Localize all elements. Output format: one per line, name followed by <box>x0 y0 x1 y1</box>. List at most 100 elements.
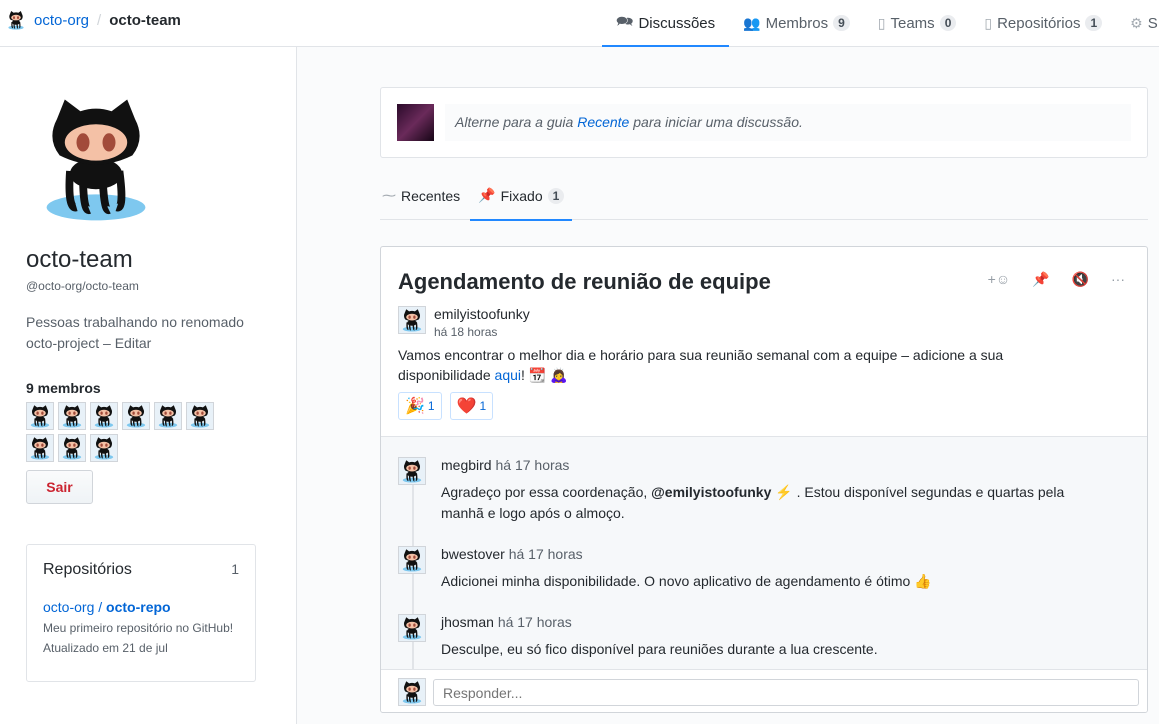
discussion-actions: +☺ 📌 🔇 ··· <box>988 271 1125 288</box>
comment-time[interactable]: há 17 horas <box>509 546 583 562</box>
tab-recent[interactable]: ⁓ Recentes <box>380 171 466 220</box>
gear-icon: ⚙ <box>1130 14 1143 31</box>
repo-name[interactable]: octo-repo <box>106 599 171 615</box>
current-user-avatar <box>397 104 434 141</box>
tab-label: Recentes <box>401 187 461 204</box>
member-avatar[interactable] <box>58 402 86 430</box>
user-mention[interactable]: @emilyistoofunky <box>651 484 771 500</box>
tab-label: Repositórios <box>997 14 1081 32</box>
more-options-icon[interactable]: ··· <box>1111 271 1125 288</box>
comment-header: jhosman há 17 horas <box>441 614 572 630</box>
member-avatar[interactable] <box>154 402 182 430</box>
tab-members[interactable]: 👥 Membros 9 <box>729 0 864 46</box>
tab-repositories[interactable]: ▯ Repositórios 1 <box>970 0 1116 46</box>
member-avatar[interactable] <box>122 402 150 430</box>
comment-time[interactable]: há 17 horas <box>495 457 569 473</box>
mute-icon[interactable]: 🔇 <box>1072 271 1089 288</box>
repositories-box: Repositórios 1 octo-org / octo-repo Meu p… <box>26 544 256 682</box>
repos-title: Repositórios <box>43 561 132 578</box>
member-avatar[interactable] <box>186 402 214 430</box>
reactions: 🎉 1 ❤️ 1 <box>398 392 494 420</box>
org-link[interactable]: octo-org <box>34 12 89 29</box>
team-name: octo-team <box>26 246 133 273</box>
tab-discussions[interactable]: 🗪 Discussões <box>602 0 730 47</box>
repo-icon: ▯ <box>984 14 993 31</box>
author-name[interactable]: emilyistoofunky <box>434 306 530 322</box>
repo-description: Meu primeiro repositório no GitHub! <box>43 621 234 635</box>
top-header: octo-org / octo-team 🗪 Discussões 👥 Membro… <box>0 0 1159 47</box>
pin-icon[interactable]: 📌 <box>1032 271 1049 288</box>
recent-tab-link[interactable]: Recente <box>577 114 629 130</box>
avatar[interactable] <box>398 306 426 334</box>
post-time[interactable]: há 18 horas <box>434 325 530 339</box>
reaction-heart[interactable]: ❤️ 1 <box>449 392 494 420</box>
team-avatar <box>26 93 166 223</box>
members-title: 9 membros <box>26 380 101 396</box>
pinned-count: 1 <box>547 187 565 204</box>
reply-bar <box>381 669 1147 712</box>
comment-body: Adicionei minha disponibilidade. O novo … <box>441 571 1111 592</box>
availability-link[interactable]: aqui <box>495 367 521 383</box>
leave-team-button[interactable]: Sair <box>26 470 93 504</box>
heart-icon: ❤️ <box>456 398 477 415</box>
post-body: Vamos encontrar o melhor dia e horário p… <box>398 345 1018 385</box>
tab-pinned[interactable]: 📌 Fixado 1 <box>470 171 573 221</box>
reply-input[interactable] <box>433 679 1139 706</box>
repos-count: 1 <box>1085 15 1103 31</box>
discussion-composer: Alterne para a guia Recente para iniciar… <box>380 87 1148 158</box>
tab-label: Teams <box>890 14 935 32</box>
people-icon: 👥 <box>743 14 761 31</box>
tab-settings[interactable]: ⚙ S <box>1116 0 1159 46</box>
avatar[interactable] <box>398 457 426 485</box>
teams-count: 0 <box>939 15 957 31</box>
comment-text: Adicionei minha disponibilidade. O novo … <box>441 573 915 589</box>
discussion-title: Agendamento de reunião de equipe <box>398 269 771 294</box>
add-reaction-icon[interactable]: +☺ <box>988 271 1010 288</box>
repo-link[interactable]: octo-org / octo-repo <box>43 599 239 615</box>
comment-author[interactable]: megbird <box>441 457 492 473</box>
member-avatar[interactable] <box>90 402 118 430</box>
avatar[interactable] <box>398 546 426 574</box>
comment-header: bwestover há 17 horas <box>441 546 583 562</box>
pin-icon: 📌 <box>478 187 496 203</box>
comment-thread: megbird há 17 horas Agradeço por essa co… <box>381 436 1147 677</box>
tab-label: Fixado <box>500 187 543 204</box>
reaction-count: 1 <box>479 399 487 413</box>
org-avatar[interactable] <box>6 9 26 31</box>
tada-icon: 🎉 <box>405 398 425 415</box>
tab-teams[interactable]: ▯ Teams 0 <box>864 0 971 46</box>
repo-org[interactable]: octo-org <box>43 599 94 615</box>
comment-text: 👍 <box>914 573 932 589</box>
breadcrumb-separator: / <box>97 11 102 29</box>
tab-label: Membros <box>765 14 829 32</box>
reaction-count: 1 <box>427 399 435 413</box>
team-crumb: octo-team <box>109 11 181 29</box>
avatar <box>398 678 426 706</box>
jersey-icon: ▯ <box>877 14 886 31</box>
pulse-icon: ⁓ <box>382 187 396 203</box>
repo-updated: Atualizado em 21 de jul <box>43 641 168 655</box>
team-nav: 🗪 Discussões 👥 Membros 9 ▯ Teams 0 ▯ Repositór… <box>602 0 1159 47</box>
member-avatar[interactable] <box>26 402 54 430</box>
member-avatar[interactable] <box>26 434 54 462</box>
comment-time[interactable]: há 17 horas <box>498 614 572 630</box>
member-avatar[interactable] <box>90 434 118 462</box>
comment-text: Desculpe, eu só fico disponível para reu… <box>441 641 878 657</box>
composer-hint: Alterne para a guia Recente para iniciar… <box>445 104 1131 141</box>
reaction-tada[interactable]: 🎉 1 <box>398 392 442 420</box>
tab-label: Discussões <box>638 14 716 32</box>
body-text: ! 📆 🙇‍♀️ <box>521 367 568 383</box>
breadcrumb: octo-org / octo-team <box>6 9 181 31</box>
members-count: 9 <box>833 15 850 31</box>
team-slug: @octo-org/octo-team <box>26 279 139 293</box>
member-avatar[interactable] <box>58 434 86 462</box>
comment-author[interactable]: bwestover <box>441 546 505 562</box>
hint-text: para iniciar uma discussão. <box>629 114 803 130</box>
discussion-card: Agendamento de reunião de equipe +☺ 📌 🔇 … <box>380 246 1148 713</box>
body-text: Vamos encontrar o melhor dia e horário p… <box>398 347 1004 383</box>
member-avatars <box>26 402 216 462</box>
comment-author[interactable]: jhosman <box>441 614 494 630</box>
avatar[interactable] <box>398 614 426 642</box>
repos-count: 1 <box>231 561 239 577</box>
repo-sep: / <box>94 599 107 615</box>
